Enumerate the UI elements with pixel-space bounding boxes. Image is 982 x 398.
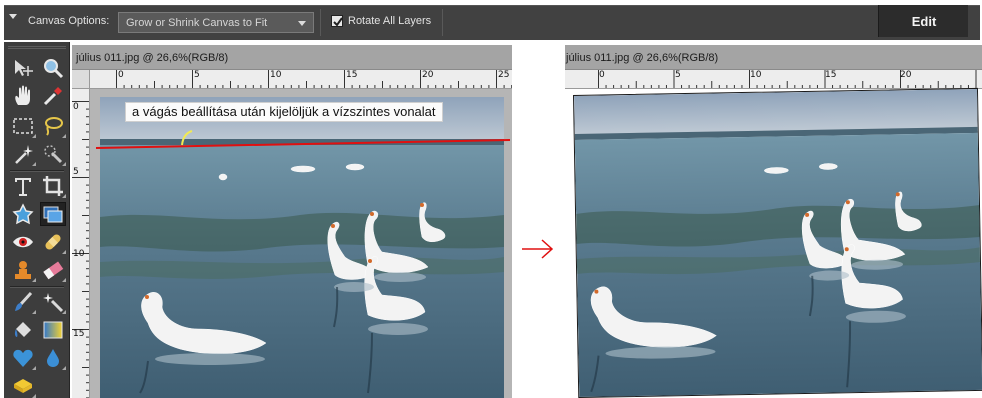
magic-wand-icon[interactable]: [10, 142, 36, 166]
ruler-label: 10: [73, 249, 85, 259]
ruler-label: 25: [498, 70, 510, 80]
horizontal-ruler[interactable]: 0 5 10 15 20: [565, 70, 982, 89]
toolbox-grip[interactable]: [8, 46, 66, 49]
eraser-icon[interactable]: [40, 258, 66, 282]
ruler-label: 15: [346, 70, 358, 80]
blur-tool-icon[interactable]: [40, 346, 66, 370]
tool-group-indicator: [32, 394, 36, 398]
ruler-label: 0: [599, 70, 605, 80]
tool-group-indicator: [62, 134, 66, 138]
ruler-label: 10: [270, 70, 282, 80]
annotation-callout: a vágás beállítása után kijelöljük a víz…: [125, 102, 443, 122]
document-window-before[interactable]: július 011.jpg @ 26,6%(RGB/8) 0 5 10 15 …: [72, 45, 512, 398]
spot-healing-icon[interactable]: [40, 230, 66, 254]
brush-icon[interactable]: [10, 290, 36, 314]
document-tab[interactable]: július 011.jpg @ 26,6%(RGB/8): [565, 45, 982, 70]
gradient-icon[interactable]: [40, 318, 66, 342]
tool-group-indicator: [32, 310, 36, 314]
move-tool-icon[interactable]: [10, 56, 36, 80]
ruler-label: 15: [73, 329, 85, 339]
straighten-line: [95, 130, 511, 149]
annotation-text: a vágás beállítása után kijelöljük a víz…: [132, 104, 436, 119]
ruler-label: 10: [750, 70, 762, 80]
custom-shape-icon[interactable]: [10, 346, 36, 370]
document-tab[interactable]: július 011.jpg @ 26,6%(RGB/8): [72, 45, 512, 70]
zoom-tool-icon[interactable]: [40, 56, 66, 80]
tool-group-indicator: [32, 134, 36, 138]
arrow-right-icon: [522, 239, 554, 259]
swan-lake-image: [574, 88, 982, 398]
options-collapse-icon[interactable]: [9, 14, 17, 19]
document-title: július 011.jpg @ 26,6%(RGB/8): [76, 52, 229, 64]
tool-group-indicator: [62, 310, 66, 314]
ruler-label: 20: [422, 70, 434, 80]
eyedropper-tool-icon[interactable]: [40, 84, 66, 108]
tool-group-indicator: [32, 278, 36, 282]
edit-mode-label: Edit: [911, 14, 937, 29]
canvas-options-select[interactable]: Grow or Shrink Canvas to Fit: [118, 12, 314, 33]
ruler-label: 5: [194, 70, 200, 80]
canvas-options-label: Canvas Options:: [28, 15, 110, 27]
checkmark-icon: [333, 17, 343, 27]
tool-group-indicator: [62, 278, 66, 282]
tool-group-indicator: [62, 162, 66, 166]
ruler-ticks: [72, 101, 89, 398]
tool-group-indicator: [62, 366, 66, 370]
ruler-ticks: [116, 70, 512, 88]
tool-group-indicator: [62, 194, 66, 198]
clone-stamp-icon[interactable]: [10, 258, 36, 282]
straighten-tool-icon[interactable]: [40, 202, 66, 226]
ruler-label: 0: [118, 70, 124, 80]
straightened-photo[interactable]: [573, 87, 982, 398]
hand-tool-icon[interactable]: [10, 84, 36, 108]
ruler-ticks: [598, 70, 977, 88]
chevron-down-icon: [298, 21, 306, 26]
options-bar: Canvas Options: Grow or Shrink Canvas to…: [0, 0, 982, 42]
ruler-label: 5: [73, 167, 79, 177]
crop-tool-icon[interactable]: [40, 174, 66, 198]
rotate-all-layers-label: Rotate All Layers: [348, 15, 432, 27]
toolbox-divider: [10, 170, 64, 172]
sponge-tool-icon[interactable]: [10, 374, 36, 398]
tool-group-indicator: [32, 162, 36, 166]
paint-bucket-icon[interactable]: [10, 318, 36, 342]
horizontal-ruler[interactable]: 0 5 10 15 20 25: [90, 70, 512, 89]
smart-brush-icon[interactable]: [40, 290, 66, 314]
document-window-after[interactable]: július 011.jpg @ 26,6%(RGB/8) 0 5 10 15 …: [565, 45, 982, 398]
type-tool-icon[interactable]: [10, 174, 36, 198]
lasso-tool-icon[interactable]: [40, 114, 66, 138]
rotate-all-layers-checkbox[interactable]: [331, 15, 343, 27]
toolbox-divider: [10, 286, 64, 288]
ruler-label: 0: [73, 102, 79, 112]
options-divider: [320, 9, 321, 36]
tool-group-indicator: [62, 250, 66, 254]
ruler-label: 15: [825, 70, 837, 80]
options-divider: [442, 9, 443, 36]
vertical-ruler[interactable]: 0 5 10 15: [72, 89, 90, 398]
cookie-cutter-icon[interactable]: [10, 202, 36, 226]
ruler-label: 5: [675, 70, 681, 80]
ruler-origin[interactable]: [72, 70, 90, 89]
tool-group-indicator: [32, 366, 36, 370]
edit-mode-button[interactable]: Edit: [878, 5, 968, 37]
canvas-options-value: Grow or Shrink Canvas to Fit: [126, 17, 268, 29]
rectangular-marquee-icon[interactable]: [10, 114, 36, 138]
quick-selection-icon[interactable]: [40, 142, 66, 166]
ruler-label: 20: [900, 70, 912, 80]
document-title: július 011.jpg @ 26,6%(RGB/8): [566, 52, 719, 64]
toolbox: [4, 42, 70, 398]
red-eye-icon[interactable]: [10, 230, 36, 254]
